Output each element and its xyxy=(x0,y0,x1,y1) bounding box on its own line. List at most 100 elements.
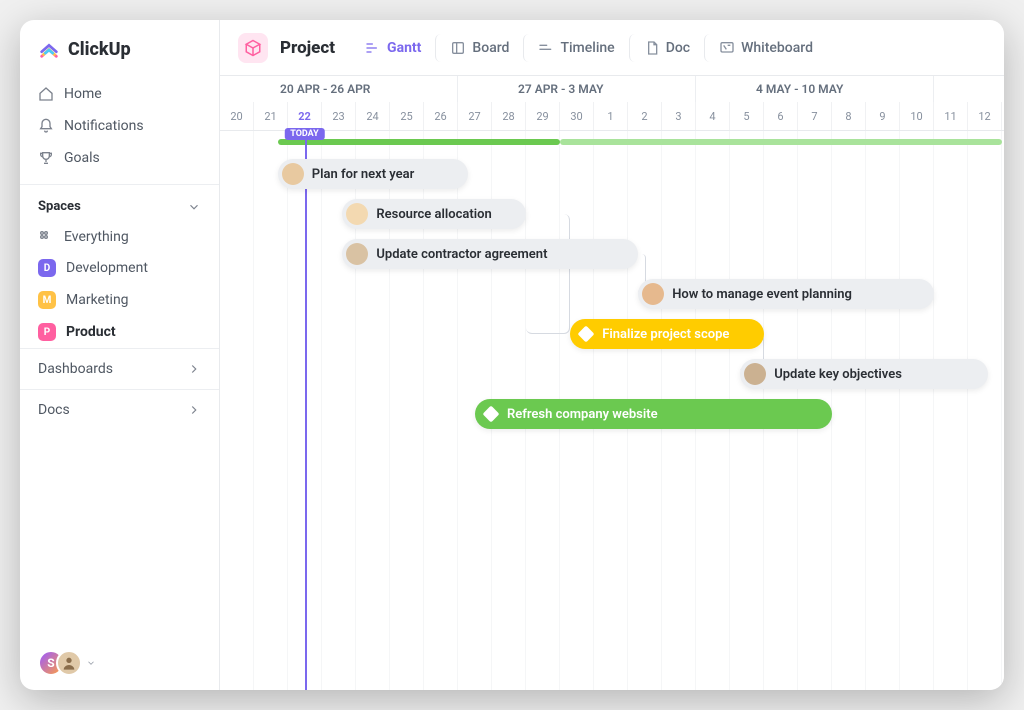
sidebar-footer: S xyxy=(20,650,219,676)
task-label: Resource allocation xyxy=(376,207,491,222)
board-icon xyxy=(450,40,466,56)
box-icon xyxy=(244,39,262,57)
chevron-down-icon xyxy=(187,200,201,214)
view-tab-label: Timeline xyxy=(560,40,614,56)
main-area: Project GanttBoardTimelineDocWhiteboard … xyxy=(220,20,1004,690)
assignee-avatar xyxy=(744,363,766,385)
week-label: 4 MAY - 10 MAY xyxy=(696,76,934,102)
task-label: Plan for next year xyxy=(312,167,415,182)
day-label[interactable]: 20 xyxy=(220,102,254,130)
day-label[interactable]: 24 xyxy=(356,102,390,130)
day-label[interactable]: 27 xyxy=(458,102,492,130)
app-window: ClickUp Home Notifications Goals Spaces … xyxy=(20,20,1004,690)
sidebar-docs-label: Docs xyxy=(38,402,70,418)
task-label: Refresh company website xyxy=(507,407,658,422)
day-label[interactable]: 25 xyxy=(390,102,424,130)
project-title: Project xyxy=(280,38,335,58)
day-label[interactable]: 5 xyxy=(730,102,764,130)
sidebar-dashboards[interactable]: Dashboards xyxy=(20,348,219,389)
nav-label: Goals xyxy=(64,150,100,166)
person-icon xyxy=(61,655,77,671)
view-tab-board[interactable]: Board xyxy=(435,34,519,62)
sidebar-docs[interactable]: Docs xyxy=(20,389,219,430)
whiteboard-icon xyxy=(719,40,735,56)
day-label[interactable]: 10 xyxy=(900,102,934,130)
task-bar[interactable]: Refresh company website xyxy=(475,399,832,429)
day-label[interactable]: 3 xyxy=(662,102,696,130)
day-label[interactable]: 11 xyxy=(934,102,968,130)
view-tab-whiteboard[interactable]: Whiteboard xyxy=(704,34,823,62)
space-everything[interactable]: Everything xyxy=(20,222,219,252)
gantt-area[interactable]: Plan for next year Resource allocation Upd… xyxy=(220,131,1004,690)
space-label: Product xyxy=(66,324,116,340)
milestone-icon xyxy=(483,406,500,423)
spaces-header[interactable]: Spaces xyxy=(20,184,219,222)
day-label[interactable]: 7 xyxy=(798,102,832,130)
dependency-line xyxy=(526,214,570,334)
task-bar[interactable]: Update key objectives xyxy=(740,359,988,389)
nav-notifications[interactable]: Notifications xyxy=(20,110,219,142)
day-label[interactable]: 8 xyxy=(832,102,866,130)
day-label[interactable]: 26 xyxy=(424,102,458,130)
space-item-product[interactable]: PProduct xyxy=(20,316,219,348)
day-label[interactable]: 9 xyxy=(866,102,900,130)
avatar-letter: S xyxy=(47,656,54,670)
view-tab-timeline[interactable]: Timeline xyxy=(523,34,624,62)
logo[interactable]: ClickUp xyxy=(20,38,219,78)
day-label[interactable]: 12 xyxy=(968,102,1002,130)
day-label[interactable]: 22TODAY xyxy=(288,102,322,130)
day-label[interactable]: 23 xyxy=(322,102,356,130)
trophy-icon xyxy=(38,150,54,166)
bell-icon xyxy=(38,118,54,134)
view-tab-gantt[interactable]: Gantt xyxy=(355,34,431,62)
milestone-icon xyxy=(578,326,595,343)
sidebar: ClickUp Home Notifications Goals Spaces … xyxy=(20,20,220,690)
assignee-avatar xyxy=(346,203,368,225)
summary-bar-remaining xyxy=(560,139,1002,145)
chevron-down-icon[interactable] xyxy=(86,658,96,668)
day-label[interactable]: 30 xyxy=(560,102,594,130)
task-bar[interactable]: How to manage event planning xyxy=(638,279,934,309)
view-tab-label: Board xyxy=(472,40,509,56)
task-label: Finalize project scope xyxy=(602,327,729,342)
task-bar[interactable]: Resource allocation xyxy=(342,199,526,229)
timeline-header: 20 APR - 26 APR27 APR - 3 MAY4 MAY - 10 … xyxy=(220,76,1004,131)
day-label[interactable]: 1 xyxy=(594,102,628,130)
home-icon xyxy=(38,86,54,102)
space-label: Development xyxy=(66,260,148,276)
logo-icon xyxy=(38,38,60,60)
space-item-development[interactable]: D Development xyxy=(20,252,219,284)
task-bar[interactable]: Finalize project scope xyxy=(570,319,764,349)
week-label: 20 APR - 26 APR xyxy=(220,76,458,102)
space-badge: D xyxy=(38,259,56,277)
assignee-avatar xyxy=(282,163,304,185)
task-bar[interactable]: Plan for next year xyxy=(278,159,468,189)
topbar: Project Gantt Board Timeline Doc Whiteboard xyxy=(220,20,1004,76)
assignee-avatar xyxy=(346,243,368,265)
task-label: Update key objectives xyxy=(774,367,902,382)
view-tab-label: Whiteboard xyxy=(741,40,813,56)
chevron-right-icon xyxy=(187,403,201,417)
doc-icon xyxy=(644,40,660,56)
day-label[interactable]: 2 xyxy=(628,102,662,130)
gantt-icon xyxy=(365,40,381,56)
space-badge: M xyxy=(38,291,56,309)
day-label[interactable]: 6 xyxy=(764,102,798,130)
day-label[interactable]: 4 xyxy=(696,102,730,130)
project-icon-badge[interactable] xyxy=(238,33,268,63)
user-avatar-photo[interactable] xyxy=(56,650,82,676)
timeline-icon xyxy=(538,40,554,56)
task-bar[interactable]: Update contractor agreement xyxy=(342,239,638,269)
week-label: 27 APR - 3 MAY xyxy=(458,76,696,102)
task-label: Update contractor agreement xyxy=(376,247,547,262)
day-label[interactable]: 29 xyxy=(526,102,560,130)
nav-home[interactable]: Home xyxy=(20,78,219,110)
day-label[interactable]: 21 xyxy=(254,102,288,130)
assignee-avatar xyxy=(642,283,664,305)
space-item-marketing[interactable]: MMarketing xyxy=(20,284,219,316)
day-label[interactable]: 28 xyxy=(492,102,526,130)
today-badge: TODAY xyxy=(284,128,324,140)
nav-goals[interactable]: Goals xyxy=(20,142,219,174)
view-tab-doc[interactable]: Doc xyxy=(629,34,700,62)
task-label: How to manage event planning xyxy=(672,287,852,302)
